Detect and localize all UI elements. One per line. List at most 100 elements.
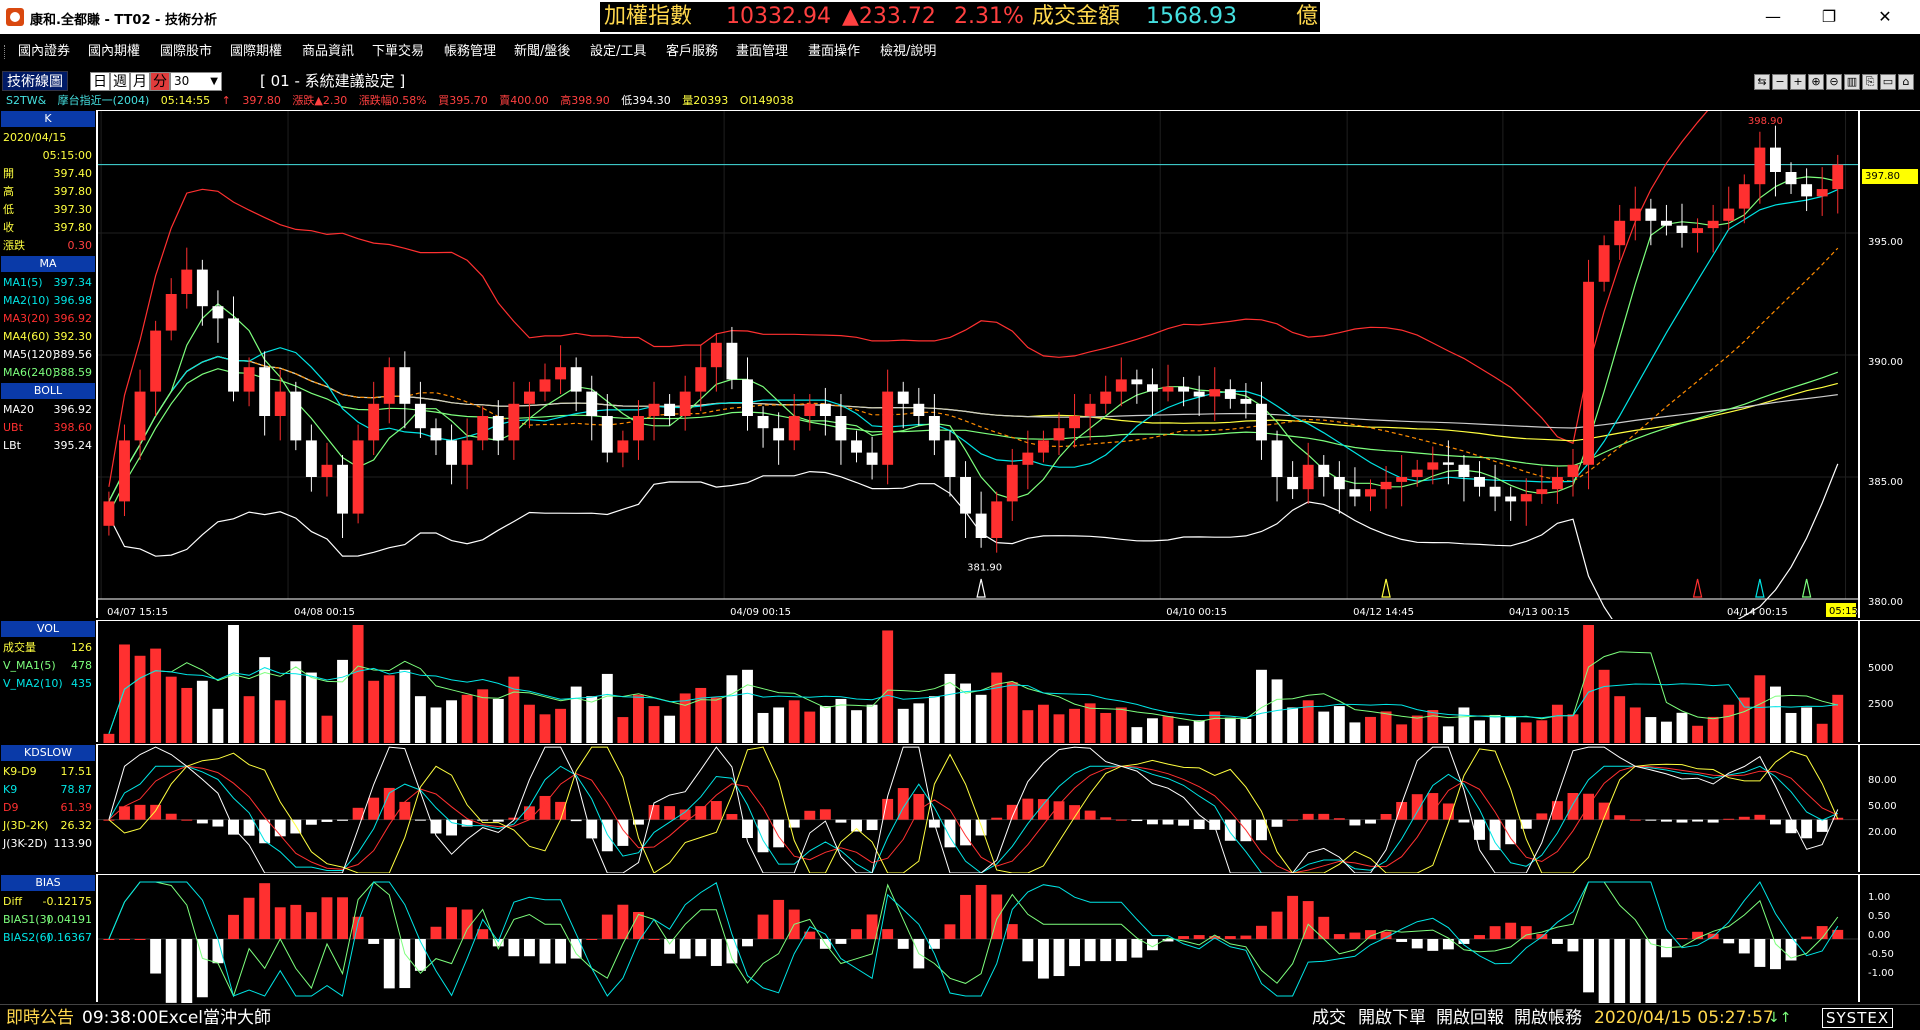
bias-diff-bar xyxy=(679,939,691,959)
notice-label[interactable]: 即時公告 xyxy=(6,1005,74,1030)
kd-diff-bar xyxy=(181,819,193,821)
period-month-button[interactable]: 月 xyxy=(130,72,150,91)
vol-tick: 2500 xyxy=(1868,699,1894,710)
volume-bar xyxy=(103,733,115,743)
kd-diff-bar xyxy=(1645,819,1657,821)
bias-diff-bar xyxy=(1271,911,1283,939)
kd-section-title[interactable]: KDSLOW xyxy=(1,745,95,761)
menu-item-settings[interactable]: 設定/工具 xyxy=(590,38,646,66)
period-minute-button[interactable]: 分 xyxy=(150,72,170,91)
bias-diff-bar xyxy=(150,939,162,974)
chart-tab[interactable]: 技術線圖 xyxy=(2,71,68,91)
menu-item-screen-manage[interactable]: 畫面管理 xyxy=(736,38,788,66)
bias-plot[interactable] xyxy=(98,874,1858,1030)
bias-diff-bar xyxy=(1053,939,1065,977)
period-day-button[interactable]: 日 xyxy=(90,72,110,91)
k-low-row: 低 397.30 xyxy=(0,201,96,219)
candle-body xyxy=(1069,416,1081,429)
kd-diff-bar xyxy=(1100,817,1112,820)
candle-body xyxy=(664,403,676,416)
price-plot[interactable]: 398.90 381.90 04/07 15:15 04/08 00:15 04/09 … xyxy=(98,21,1912,652)
bias-diff-bar xyxy=(960,894,971,939)
period-week-button[interactable]: 週 xyxy=(110,72,130,91)
signal-marker-icon xyxy=(976,578,986,598)
kd-plot[interactable] xyxy=(98,744,1858,874)
open-account-button[interactable]: 開啟帳務 xyxy=(1514,1005,1582,1030)
candle-body xyxy=(1162,386,1174,392)
volume-bar xyxy=(368,680,380,743)
menu-item-intl-stocks[interactable]: 國際股市 xyxy=(160,38,212,66)
menu-item-quotes[interactable]: 商品資訊 xyxy=(302,38,354,66)
interval-select[interactable]: 30 ▼ xyxy=(170,72,222,91)
candle-body xyxy=(897,391,909,404)
menu-item-accounts[interactable]: 帳務管理 xyxy=(444,38,496,66)
title-bar: 康和.全都賺 - TT02 - 技術分析 加權指數 10332.94 ▲233.… xyxy=(0,0,1920,34)
candle-body xyxy=(1084,403,1096,416)
boll-section-title[interactable]: BOLL xyxy=(1,383,95,399)
tool-layout-icon[interactable]: ▥ xyxy=(1844,74,1860,90)
candle-body xyxy=(274,391,286,416)
tool-copy-icon[interactable]: ⎘ xyxy=(1862,74,1878,90)
vol-legend-row: 成交量 126 xyxy=(0,639,96,657)
menu-item-domestic-futures[interactable]: 國內期權 xyxy=(88,38,140,66)
bias-section-title[interactable]: BIAS xyxy=(1,875,95,891)
tool-home-icon[interactable]: ⌂ xyxy=(1898,74,1914,90)
bias-diff-bar xyxy=(321,897,333,939)
bias-legend: BIAS Diff -0.12175 BIAS1(3) 0.04191 BIAS2(6)… xyxy=(0,874,98,1002)
vol-section-title[interactable]: VOL xyxy=(1,621,95,637)
bias-diff-bar xyxy=(1723,939,1735,944)
tool-zoom-in-icon[interactable]: ⊕ xyxy=(1808,74,1824,90)
candle-body xyxy=(1645,208,1657,221)
menu-item-customer-service[interactable]: 客戶服務 xyxy=(666,38,718,66)
candle-body xyxy=(882,391,894,465)
bias-diff-bar xyxy=(897,939,909,949)
close-button[interactable]: ✕ xyxy=(1862,0,1908,34)
notice-message[interactable]: Excel當沖大師 xyxy=(158,1005,271,1030)
bias-diff-bar xyxy=(1474,935,1485,939)
bias-diff-bar xyxy=(1645,939,1657,1007)
maximize-button[interactable]: ❐ xyxy=(1806,0,1852,34)
k-change-row: 漲跌 0.30 xyxy=(0,237,96,255)
volume-plot[interactable] xyxy=(98,620,1858,743)
quote-time: 05:14:55 xyxy=(160,94,211,107)
price-chart-svg: 398.90 381.90 04/07 15:15 04/08 00:15 04/09 … xyxy=(98,21,1912,652)
k-section-title[interactable]: K xyxy=(1,111,95,127)
menu-item-domestic-securities[interactable]: 國內證券 xyxy=(18,38,70,66)
candle-body xyxy=(212,306,224,319)
open-order-button[interactable]: 開啟下單 xyxy=(1358,1005,1426,1030)
kd-diff-bar xyxy=(1629,819,1641,821)
k-date-row: 2020/04/15 xyxy=(0,129,96,147)
tool-window-icon[interactable]: ▭ xyxy=(1880,74,1896,90)
k-open-row: 開 397.40 xyxy=(0,165,96,183)
candle-body xyxy=(1365,489,1376,497)
tool-minus-icon[interactable]: − xyxy=(1772,74,1788,90)
volume-bar xyxy=(1723,704,1735,743)
date-axis-label: 04/10 00:15 xyxy=(1166,607,1227,618)
open-report-button[interactable]: 開啟回報 xyxy=(1436,1005,1504,1030)
bias-diff-bar xyxy=(757,914,769,939)
quote-change-pct: 漲跌幅0.58% xyxy=(358,94,427,107)
date-axis-label: 04/07 15:15 xyxy=(107,607,168,618)
ma-legend-label: MA4(60) xyxy=(3,330,50,343)
volume-bar xyxy=(1115,707,1127,743)
menu-item-view-help[interactable]: 檢視/說明 xyxy=(880,38,936,66)
tool-pan-icon[interactable]: ⇆ xyxy=(1754,74,1770,90)
trade-button[interactable]: 成交 xyxy=(1312,1005,1346,1030)
menu-item-screen-operate[interactable]: 畫面操作 xyxy=(808,38,860,66)
candle-body xyxy=(1770,147,1781,172)
minimize-button[interactable]: — xyxy=(1750,0,1796,34)
kd-diff-bar xyxy=(851,819,862,832)
menu-item-intl-futures[interactable]: 國際期權 xyxy=(230,38,282,66)
time-end-label: 05:15 xyxy=(1829,606,1858,617)
tool-zoom-out-icon[interactable]: ⊖ xyxy=(1826,74,1842,90)
settings-label[interactable]: [ 01 - 系統建議設定 ] xyxy=(260,71,405,91)
candle-body xyxy=(991,501,1003,538)
ma-legend-row: MA4(60) 392.30 xyxy=(0,328,96,346)
menu-item-trading[interactable]: 下單交易 xyxy=(372,38,424,66)
tool-plus-icon[interactable]: + xyxy=(1790,74,1806,90)
ma-section-title[interactable]: MA xyxy=(1,256,95,272)
kd-diff-bar xyxy=(134,804,146,820)
volume-bar xyxy=(1287,707,1299,743)
ma-legend-row: MA6(240) 388.59 xyxy=(0,364,96,382)
menu-item-news[interactable]: 新聞/盤後 xyxy=(514,38,570,66)
